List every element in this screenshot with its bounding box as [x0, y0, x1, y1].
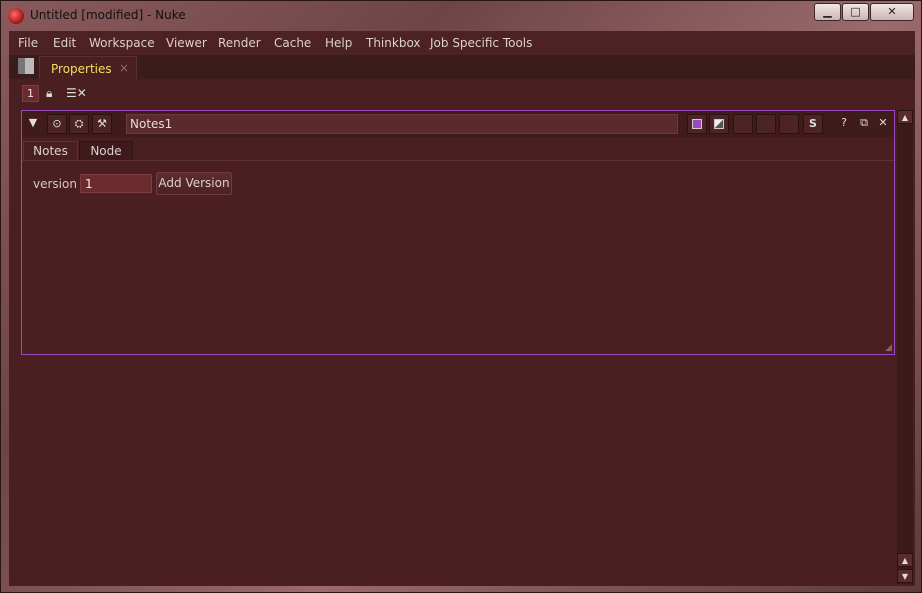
collapse-icon[interactable]: ▼ — [23, 114, 43, 134]
pane-menu-icon[interactable] — [18, 58, 34, 74]
redo-icon[interactable] — [756, 114, 776, 134]
minimize-button[interactable]: ▁ — [814, 3, 841, 21]
tab-notes[interactable]: Notes — [23, 141, 78, 161]
client-area: File Edit Workspace Viewer Render Cache … — [9, 31, 921, 586]
menu-edit[interactable]: Edit — [53, 36, 76, 50]
vertical-scrollbar[interactable]: ▲ ▲ ▼ — [897, 110, 913, 584]
tab-properties-label: Properties — [51, 62, 112, 76]
menu-viewer[interactable]: Viewer — [166, 36, 207, 50]
menu-bar: File Edit Workspace Viewer Render Cache … — [9, 31, 915, 55]
help-icon[interactable]: ? — [834, 114, 854, 134]
panel-header: ▼ ⊙ ⛭ ⚒ Notes1 S ? ⧉ ✕ — [22, 111, 894, 137]
tab-properties[interactable]: Properties × — [39, 56, 137, 79]
node-name-field[interactable]: Notes1 — [126, 114, 678, 134]
scroll-up-icon-bottom[interactable]: ▲ — [897, 553, 913, 567]
maximize-button[interactable]: □ — [842, 3, 869, 21]
nuke-app-icon — [8, 8, 24, 24]
menu-help[interactable]: Help — [325, 36, 352, 50]
menu-workspace[interactable]: Workspace — [89, 36, 155, 50]
version-input[interactable]: 1 — [80, 174, 152, 193]
tab-divider — [22, 160, 894, 161]
tab-node[interactable]: Node — [79, 141, 133, 161]
menu-cache[interactable]: Cache — [274, 36, 311, 50]
wrench-icon[interactable]: ⚒ — [92, 114, 112, 134]
lock-icon[interactable]: 🔒︎ — [46, 86, 52, 101]
float-panel-icon[interactable]: ⧉ — [854, 114, 874, 134]
title-bar: Untitled [modified] - Nuke ▁ □ ✕ — [1, 1, 921, 31]
scroll-down-icon[interactable]: ▼ — [897, 569, 913, 583]
menu-thinkbox[interactable]: Thinkbox — [366, 36, 421, 50]
node-properties-panel: ▼ ⊙ ⛭ ⚒ Notes1 S ? ⧉ ✕ Notes Node versio… — [21, 110, 895, 355]
undo-icon[interactable] — [733, 114, 753, 134]
version-label: version — [33, 177, 77, 191]
nuke-window: Untitled [modified] - Nuke ▁ □ ✕ File Ed… — [0, 0, 922, 593]
close-panel-icon[interactable]: ✕ — [873, 114, 893, 134]
clear-panels-icon[interactable]: ☰✕ — [66, 86, 87, 100]
menu-render[interactable]: Render — [218, 36, 261, 50]
properties-toolbar: 1 🔒︎ ☰✕ — [9, 79, 915, 107]
pane-tab-bar: Properties × — [9, 55, 915, 79]
s-button[interactable]: S — [803, 114, 823, 134]
gl-color-swatch[interactable] — [709, 114, 729, 134]
add-version-button[interactable]: Add Version — [156, 172, 232, 195]
menu-job-specific-tools[interactable]: Job Specific Tools — [430, 36, 532, 50]
node-color-swatch[interactable] — [687, 114, 707, 134]
node-graph-icon[interactable]: ⛭ — [69, 114, 89, 134]
revert-icon[interactable] — [779, 114, 799, 134]
max-panels-field[interactable]: 1 — [22, 85, 39, 102]
scroll-up-icon[interactable]: ▲ — [897, 110, 913, 124]
resize-grip-icon[interactable]: ◢ — [885, 343, 892, 353]
close-button[interactable]: ✕ — [870, 3, 914, 21]
tab-close-icon[interactable]: × — [119, 61, 129, 75]
menu-file[interactable]: File — [18, 36, 38, 50]
center-node-icon[interactable]: ⊙ — [47, 114, 67, 134]
window-title: Untitled [modified] - Nuke — [30, 8, 186, 22]
